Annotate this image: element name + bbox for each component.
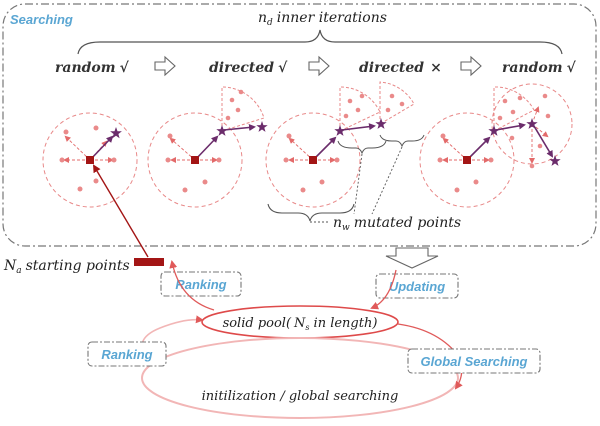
starting-points-label: Na starting points (3, 258, 130, 276)
step-label-3: directed × (359, 60, 442, 76)
step-arrow-1 (154, 55, 176, 77)
inner-iterations-title: nd inner iterations (258, 10, 387, 28)
ranking-left-label: Ranking (101, 347, 152, 362)
global-searching-label: Global Searching (421, 354, 528, 369)
ranking-top-label: Ranking (175, 277, 226, 292)
diagram-canvas: Searching nd inner iterations random √ dir… (0, 0, 600, 426)
starting-points-bar (134, 258, 164, 266)
step-label-2: directed √ (209, 60, 288, 76)
cluster-1 (42, 112, 138, 208)
searching-label: Searching (10, 12, 73, 27)
step-arrow-2 (308, 55, 330, 77)
mutated-label: nw mutated points (333, 215, 461, 233)
solid-pool-label: solid pool(Ns in length) (223, 316, 378, 332)
svg-text:ndinner iterations: nd inner iterations (258, 10, 387, 28)
small-brace-a (337, 140, 387, 155)
updating-label: Updating (389, 279, 445, 294)
top-brace (77, 29, 563, 55)
dotted-leader-a (353, 153, 363, 215)
small-brace-b (379, 134, 425, 148)
init-label: initilization / global searching (202, 389, 399, 404)
step-label-4: random √ (502, 60, 577, 76)
cluster-2 (147, 86, 268, 208)
start-arrow (92, 164, 149, 258)
down-hollow-arrow (385, 247, 439, 269)
dotted-leader-b (371, 146, 403, 215)
cluster-4 (419, 83, 573, 208)
step-arrow-3 (460, 55, 482, 77)
searching-region (2, 3, 597, 247)
step-label-1: random √ (55, 60, 130, 76)
